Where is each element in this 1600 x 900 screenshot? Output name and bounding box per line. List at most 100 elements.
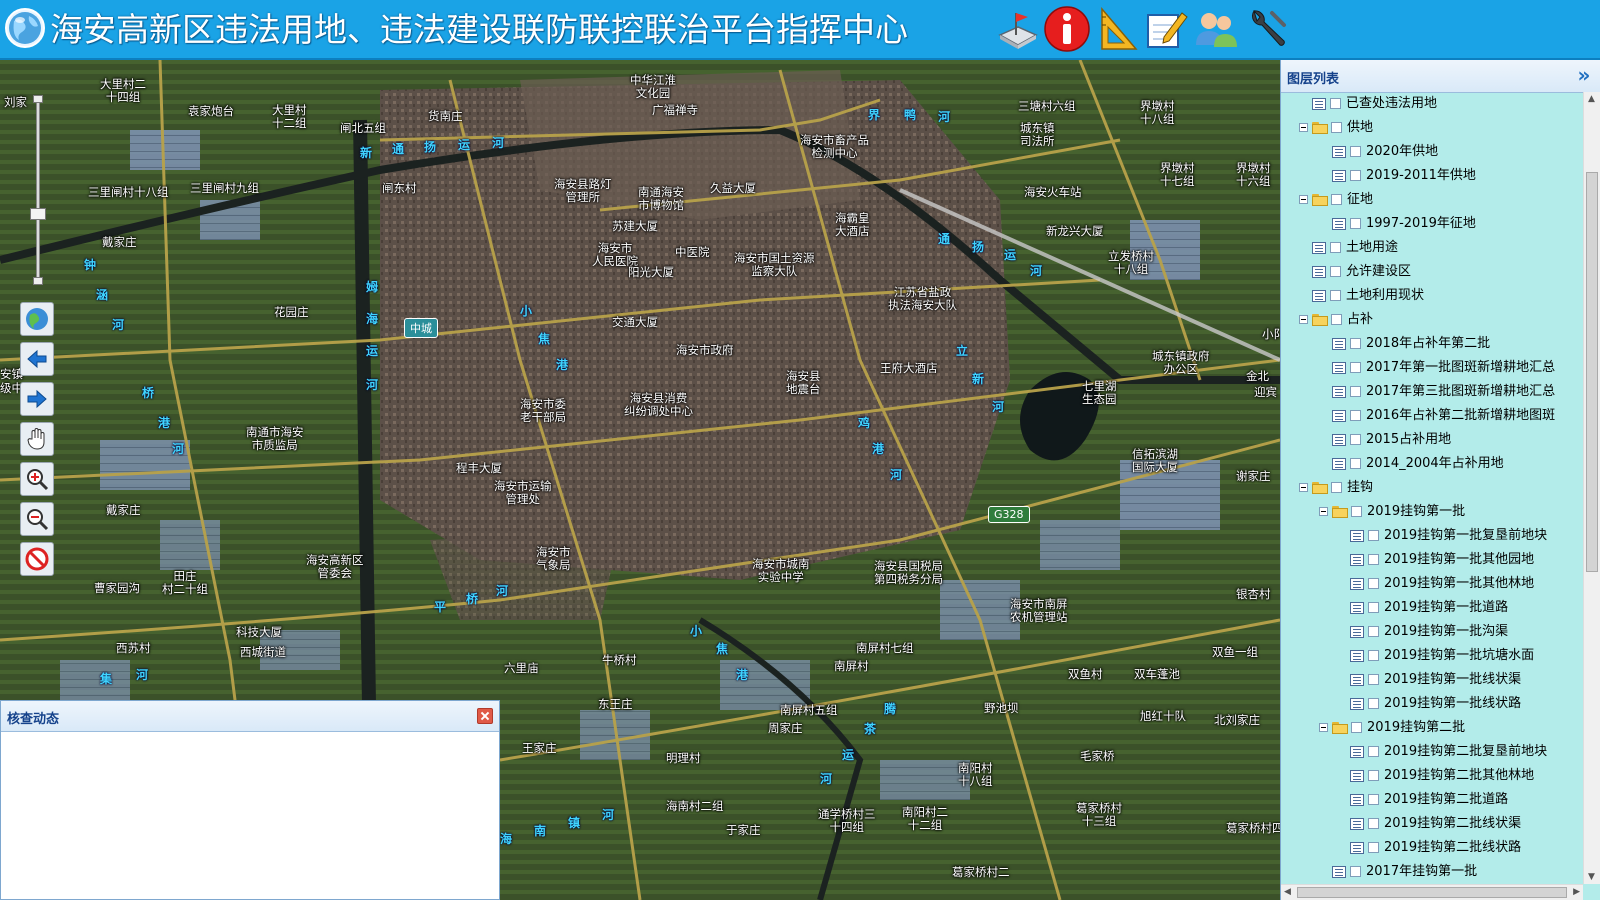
zoom-in-button[interactable]: [20, 462, 54, 496]
map-place-label[interactable]: 南通市海安 市质监局: [246, 426, 304, 452]
map-place-label[interactable]: 双鱼一组: [1212, 646, 1258, 659]
map-place-label[interactable]: 海霸皇 大酒店: [835, 212, 870, 238]
layer-visibility-checkbox[interactable]: [1368, 602, 1379, 613]
map-place-label[interactable]: 通学桥村三 十四组: [818, 808, 876, 834]
layer-label[interactable]: 2016年占补第二批新增耕地图斑: [1366, 408, 1555, 423]
layer-group-node[interactable]: 2019挂钩第二批: [1319, 717, 1465, 739]
layer-visibility-checkbox[interactable]: [1350, 458, 1361, 469]
map-place-label[interactable]: 久益大厦: [710, 182, 756, 195]
layer-label[interactable]: 挂钩: [1347, 480, 1373, 495]
layer-node[interactable]: 1997-2019年征地: [1319, 213, 1476, 235]
map-place-label[interactable]: 刘家: [4, 96, 27, 109]
layer-node[interactable]: 土地利用现状: [1299, 285, 1424, 307]
layer-label[interactable]: 占补: [1347, 312, 1373, 327]
layer-visibility-checkbox[interactable]: [1368, 698, 1379, 709]
map-place-label[interactable]: 信拓滨湖 国际大厦: [1132, 448, 1178, 474]
vertical-scroll-thumb[interactable]: [1586, 172, 1598, 572]
map-place-label[interactable]: 三塘村六组: [1018, 100, 1076, 113]
horizontal-scroll-thumb[interactable]: [1297, 887, 1567, 898]
map-place-label[interactable]: 海安县 地震台: [786, 370, 821, 396]
map-place-label[interactable]: 城东镇政府 办公区: [1152, 350, 1210, 376]
layer-label[interactable]: 2019挂钩第一批其他林地: [1384, 576, 1534, 591]
map-place-label[interactable]: 江苏省盐政 执法海安大队: [888, 286, 957, 312]
layer-visibility-checkbox[interactable]: [1350, 338, 1361, 349]
layer-visibility-checkbox[interactable]: [1331, 314, 1342, 325]
map-place-label[interactable]: 葛家桥村二: [952, 866, 1010, 879]
layer-visibility-checkbox[interactable]: [1351, 722, 1362, 733]
zoom-slider[interactable]: [30, 95, 46, 285]
map-place-label[interactable]: 花园庄: [274, 306, 309, 319]
map-place-label[interactable]: 田庄 村二十组: [162, 570, 208, 596]
layer-visibility-checkbox[interactable]: [1350, 434, 1361, 445]
layer-label[interactable]: 2019挂钩第一批沟渠: [1384, 624, 1508, 639]
layer-node[interactable]: 2019挂钩第二批其他林地: [1337, 765, 1534, 787]
layer-visibility-checkbox[interactable]: [1330, 290, 1341, 301]
map-place-label[interactable]: 闸东村: [382, 182, 417, 195]
map-place-label[interactable]: 苏建大厦: [612, 220, 658, 233]
layer-node[interactable]: 允许建设区: [1299, 261, 1411, 283]
layer-visibility-checkbox[interactable]: [1368, 746, 1379, 757]
map-place-label[interactable]: 闸北五组: [340, 122, 386, 135]
layer-node[interactable]: 2019挂钩第一批其他园地: [1337, 549, 1534, 571]
layer-label[interactable]: 2019挂钩第二批线状路: [1384, 840, 1521, 855]
map-place-label[interactable]: 戴家庄: [106, 504, 141, 517]
layer-label[interactable]: 2019挂钩第二批: [1367, 720, 1465, 735]
layer-visibility-checkbox[interactable]: [1330, 266, 1341, 277]
layer-visibility-checkbox[interactable]: [1368, 578, 1379, 589]
layer-label[interactable]: 供地: [1347, 120, 1373, 135]
layer-label[interactable]: 2019挂钩第一批线状渠: [1384, 672, 1521, 687]
layer-group-node[interactable]: 挂钩: [1299, 477, 1373, 499]
layer-visibility-checkbox[interactable]: [1368, 650, 1379, 661]
map-locate-tool[interactable]: [994, 5, 1042, 53]
layer-tree-horizontal-scrollbar[interactable]: ◀ ▶: [1281, 884, 1583, 900]
map-place-label[interactable]: 野池坝: [984, 702, 1019, 715]
layer-node[interactable]: 2019挂钩第一批沟渠: [1337, 621, 1508, 643]
layer-visibility-checkbox[interactable]: [1368, 770, 1379, 781]
info-tool[interactable]: [1043, 5, 1091, 53]
next-extent-button[interactable]: [20, 382, 54, 416]
layer-node[interactable]: 2014_2004年占补用地: [1319, 453, 1504, 475]
layer-node[interactable]: 2019挂钩第二批线状渠: [1337, 813, 1521, 835]
collapse-toggle-icon[interactable]: [1319, 723, 1328, 732]
map-place-label[interactable]: 毛家桥: [1080, 750, 1115, 763]
zoom-out-button[interactable]: [20, 502, 54, 536]
map-place-label[interactable]: 明理村: [666, 752, 701, 765]
layer-label[interactable]: 2019挂钩第一批坑塘水面: [1384, 648, 1534, 663]
map-place-label[interactable]: 袁家炮台: [188, 105, 234, 118]
layer-label[interactable]: 2020年供地: [1366, 144, 1438, 159]
layer-label[interactable]: 2019-2011年供地: [1366, 168, 1476, 183]
map-place-label[interactable]: 葛家桥村四: [1226, 822, 1280, 835]
map-place-label[interactable]: 海安县消费 纠纷调处中心: [624, 392, 693, 418]
layer-visibility-checkbox[interactable]: [1351, 506, 1362, 517]
layer-visibility-checkbox[interactable]: [1368, 818, 1379, 829]
layer-visibility-checkbox[interactable]: [1330, 98, 1341, 109]
layer-node[interactable]: 2017年第一批图斑新增耕地汇总: [1319, 357, 1555, 379]
map-place-label[interactable]: 海安市政府: [676, 344, 734, 357]
layer-node[interactable]: 2019-2011年供地: [1319, 165, 1476, 187]
collapse-toggle-icon[interactable]: [1299, 195, 1308, 204]
layer-node[interactable]: 2015占补用地: [1319, 429, 1451, 451]
users-tool[interactable]: [1192, 5, 1240, 53]
layer-visibility-checkbox[interactable]: [1331, 482, 1342, 493]
zoom-max-cap[interactable]: [33, 95, 43, 103]
map-place-label[interactable]: 旭红十队: [1140, 710, 1186, 723]
layer-visibility-checkbox[interactable]: [1368, 674, 1379, 685]
collapse-toggle-icon[interactable]: [1319, 507, 1328, 516]
layer-visibility-checkbox[interactable]: [1350, 362, 1361, 373]
map-place-label[interactable]: 科技大厦: [236, 626, 282, 639]
settings-tool[interactable]: [1242, 5, 1290, 53]
map-place-label[interactable]: 海安高新区 管委会: [306, 554, 364, 580]
scroll-up-icon[interactable]: ▲: [1588, 94, 1595, 104]
map-place-label[interactable]: 中华江淮 文化园: [630, 74, 676, 100]
layer-group-node[interactable]: 占补: [1299, 309, 1373, 331]
map-place-label[interactable]: 六里庙: [504, 662, 539, 675]
map-place-label[interactable]: 界墩村 十七组: [1160, 162, 1195, 188]
collapse-toggle-icon[interactable]: [1299, 123, 1308, 132]
layer-label[interactable]: 2014_2004年占补用地: [1366, 456, 1504, 471]
clear-button[interactable]: [20, 542, 54, 576]
full-extent-button[interactable]: [20, 302, 54, 336]
layer-node[interactable]: 2020年供地: [1319, 141, 1438, 163]
map-place-label[interactable]: 牛桥村: [602, 654, 637, 667]
map-place-label[interactable]: 海南村二组: [666, 800, 724, 813]
layer-visibility-checkbox[interactable]: [1331, 194, 1342, 205]
